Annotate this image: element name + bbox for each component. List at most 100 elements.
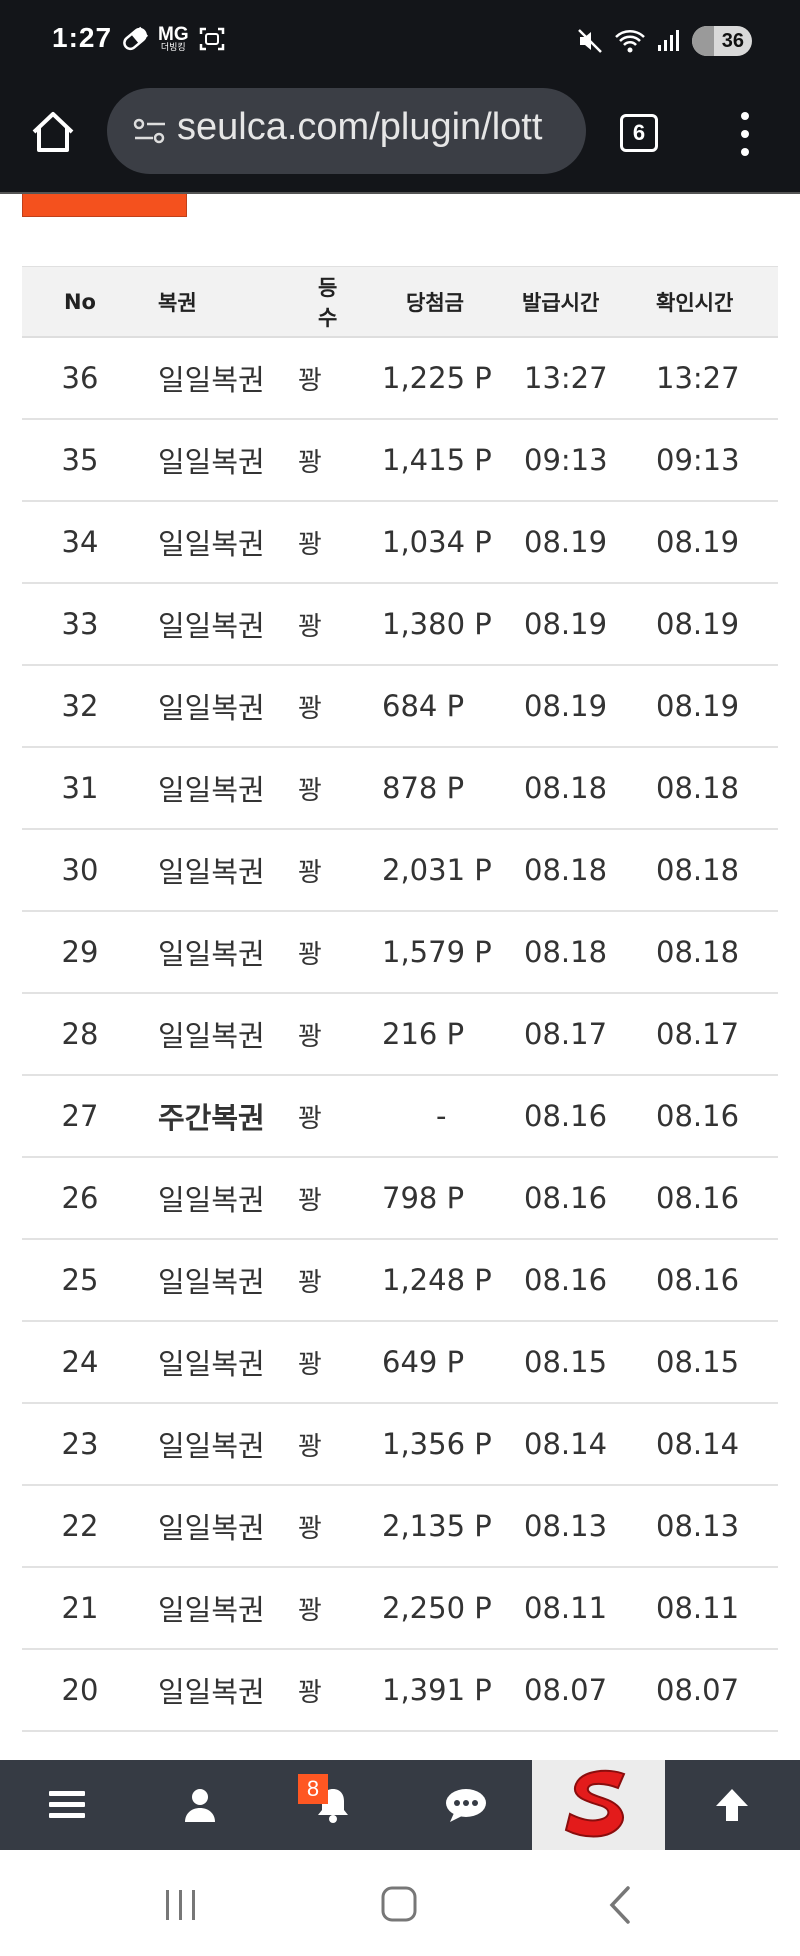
cell-checked-time: 08.16 bbox=[656, 1263, 740, 1297]
user-icon bbox=[184, 1789, 215, 1822]
back-icon[interactable] bbox=[590, 1880, 650, 1930]
cell-checked-time: 08.17 bbox=[656, 1017, 740, 1051]
cell-issued-time: 08.19 bbox=[524, 525, 608, 559]
cell-rank: 꽝 bbox=[298, 1185, 322, 1216]
header-rank: 등수 bbox=[318, 275, 338, 330]
url-text[interactable]: seulca.com/plugin/lott bbox=[177, 106, 577, 149]
cell-issued-time: 08.13 bbox=[524, 1509, 608, 1543]
cell-prize: 1,415 P bbox=[382, 443, 492, 477]
cell-rank: 꽝 bbox=[298, 1513, 322, 1544]
battery-indicator: 36 bbox=[692, 26, 752, 56]
status-notification-icons: MG 더빙킹 bbox=[120, 24, 227, 54]
arrow-up-icon bbox=[715, 1789, 748, 1821]
table-row: 35 일일복권 꽝 1,415 P 09:13 09:13 bbox=[22, 420, 778, 502]
cell-issued-time: 08.17 bbox=[524, 1017, 608, 1051]
cell-lottery: 일일복권 bbox=[158, 1183, 265, 1217]
table-row: 24 일일복권 꽝 649 P 08.15 08.15 bbox=[22, 1322, 778, 1404]
chat-icon bbox=[445, 1789, 486, 1822]
cell-checked-time: 08.13 bbox=[656, 1509, 740, 1543]
cell-prize: 2,250 P bbox=[382, 1591, 492, 1625]
cell-lottery: 일일복권 bbox=[158, 363, 265, 397]
carrier-badge: MG 더빙킹 bbox=[158, 25, 189, 53]
cell-rank: 꽝 bbox=[298, 939, 322, 970]
header-prize: 당첨금 bbox=[406, 290, 464, 315]
cell-checked-time: 08.19 bbox=[656, 525, 740, 559]
carrier-label: MG bbox=[158, 24, 189, 45]
header-lottery: 복권 bbox=[158, 290, 197, 315]
pill-icon bbox=[123, 26, 149, 51]
cell-prize: 878 P bbox=[382, 771, 465, 805]
header-issued-time: 발급시간 bbox=[522, 290, 600, 315]
status-bar: 1:27 MG 더빙킹 36 bbox=[0, 0, 800, 86]
android-home-icon[interactable] bbox=[369, 1880, 429, 1930]
cell-checked-time: 13:27 bbox=[656, 361, 740, 395]
cell-rank: 꽝 bbox=[298, 1677, 322, 1708]
cell-lottery: 주간복권 bbox=[158, 1101, 265, 1135]
browser-menu-icon[interactable] bbox=[735, 112, 755, 156]
cell-issued-time: 08.19 bbox=[524, 607, 608, 641]
cell-issued-time: 08.16 bbox=[524, 1099, 608, 1133]
cell-issued-time: 09:13 bbox=[524, 443, 608, 477]
cell-rank: 꽝 bbox=[298, 1595, 322, 1626]
address-bar[interactable]: seulca.com/plugin/lott bbox=[107, 88, 586, 174]
mute-icon bbox=[578, 29, 602, 53]
cell-lottery: 일일복권 bbox=[158, 937, 265, 971]
cell-prize: 649 P bbox=[382, 1345, 465, 1379]
nav-site-logo-button[interactable] bbox=[532, 1760, 665, 1850]
cell-rank: 꽝 bbox=[298, 365, 322, 396]
nav-profile-button[interactable] bbox=[133, 1760, 266, 1850]
cell-issued-time: 08.18 bbox=[524, 771, 608, 805]
cell-checked-time: 08.16 bbox=[656, 1181, 740, 1215]
cell-checked-time: 08.18 bbox=[656, 771, 740, 805]
cell-checked-time: 08.18 bbox=[656, 935, 740, 969]
cell-no: 21 bbox=[61, 1591, 99, 1625]
cell-issued-time: 08.11 bbox=[524, 1591, 608, 1625]
cell-issued-time: 08.16 bbox=[524, 1263, 608, 1297]
cell-no: 30 bbox=[61, 853, 99, 887]
cell-issued-time: 08.18 bbox=[524, 853, 608, 887]
cell-lottery: 일일복권 bbox=[158, 609, 265, 643]
cell-rank: 꽝 bbox=[298, 1431, 322, 1462]
cell-no: 36 bbox=[61, 361, 99, 395]
active-tab-indicator[interactable] bbox=[22, 194, 187, 217]
table-row: 34 일일복권 꽝 1,034 P 08.19 08.19 bbox=[22, 502, 778, 584]
table-row: 29 일일복권 꽝 1,579 P 08.18 08.18 bbox=[22, 912, 778, 994]
browser-toolbar: seulca.com/plugin/lott 6 bbox=[0, 86, 800, 194]
cell-checked-time: 09:13 bbox=[656, 443, 740, 477]
recent-apps-icon[interactable] bbox=[150, 1880, 210, 1930]
table-row: 26 일일복권 꽝 798 P 08.16 08.16 bbox=[22, 1158, 778, 1240]
cell-prize: 1,391 P bbox=[382, 1673, 492, 1707]
cell-no: 31 bbox=[61, 771, 99, 805]
cell-prize: 798 P bbox=[382, 1181, 465, 1215]
table-row: 22 일일복권 꽝 2,135 P 08.13 08.13 bbox=[22, 1486, 778, 1568]
table-row: 27 주간복권 꽝 - 08.16 08.16 bbox=[22, 1076, 778, 1158]
header-no: No bbox=[63, 289, 96, 314]
cell-rank: 꽝 bbox=[298, 775, 322, 806]
wifi-icon bbox=[615, 30, 645, 53]
cell-no: 34 bbox=[61, 525, 99, 559]
tab-switcher-button[interactable]: 6 bbox=[620, 114, 658, 152]
cell-checked-time: 08.11 bbox=[656, 1591, 740, 1625]
cell-prize: 1,579 P bbox=[382, 935, 492, 969]
cell-checked-time: 08.14 bbox=[656, 1427, 740, 1461]
cell-no: 24 bbox=[61, 1345, 99, 1379]
cell-issued-time: 08.14 bbox=[524, 1427, 608, 1461]
cell-no: 26 bbox=[61, 1181, 99, 1215]
home-icon[interactable] bbox=[28, 108, 78, 158]
cell-prize: 2,135 P bbox=[382, 1509, 492, 1543]
cell-checked-time: 08.07 bbox=[656, 1673, 740, 1707]
cell-lottery: 일일복권 bbox=[158, 1019, 265, 1053]
nav-notifications-button[interactable]: 8 bbox=[266, 1760, 399, 1850]
cell-lottery: 일일복권 bbox=[158, 1593, 265, 1627]
cell-checked-time: 08.18 bbox=[656, 853, 740, 887]
nav-scroll-top-button[interactable] bbox=[665, 1760, 798, 1850]
table-row: 23 일일복권 꽝 1,356 P 08.14 08.14 bbox=[22, 1404, 778, 1486]
cell-no: 22 bbox=[61, 1509, 99, 1543]
status-system-icons: 36 bbox=[576, 26, 752, 56]
nav-chat-button[interactable] bbox=[399, 1760, 532, 1850]
cell-no: 33 bbox=[61, 607, 99, 641]
cell-lottery: 일일복권 bbox=[158, 691, 265, 725]
cell-rank: 꽝 bbox=[298, 529, 322, 560]
nav-menu-button[interactable] bbox=[0, 1760, 133, 1850]
site-settings-icon[interactable] bbox=[133, 116, 167, 146]
